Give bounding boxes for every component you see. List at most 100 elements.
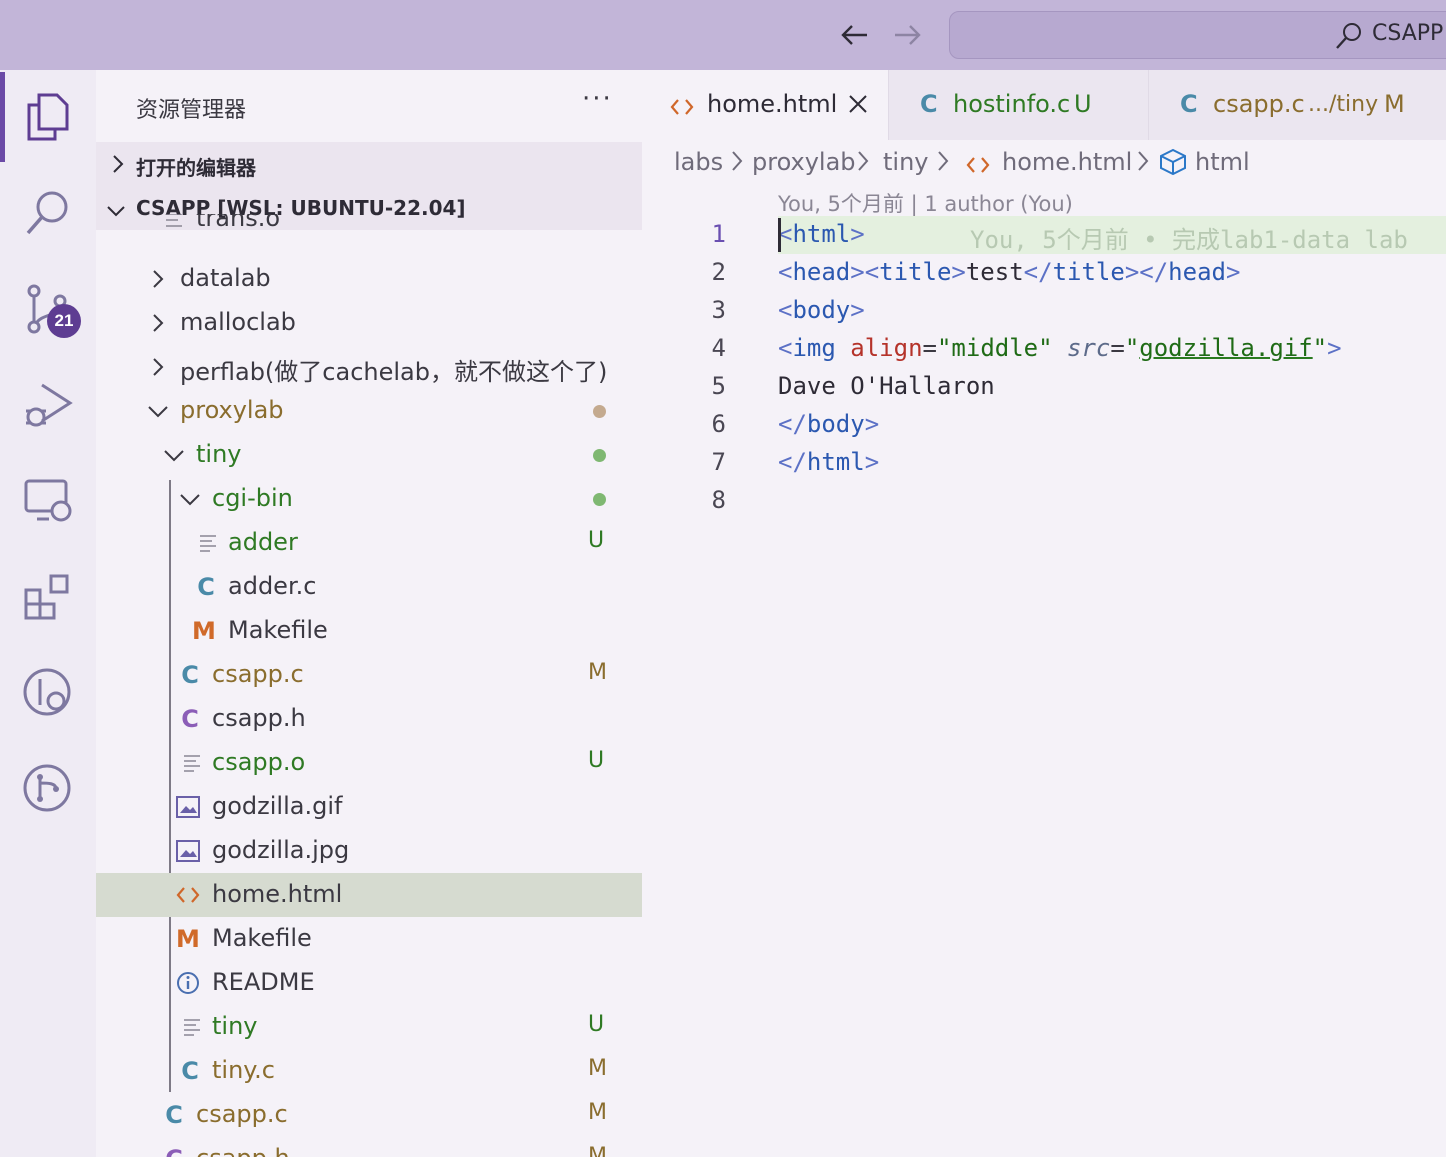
tree-item-selected[interactable]: home.html <box>96 873 642 917</box>
activity-bar: 21 <box>0 70 96 1157</box>
open-editors-section[interactable]: 打开的编辑器 <box>96 142 642 186</box>
code-text: <head><title>test</title></head> <box>778 258 1241 286</box>
code-line[interactable]: 5 Dave O'Hallaron <box>642 368 1446 406</box>
tree-item[interactable]: datalab <box>96 257 642 301</box>
command-center-search[interactable]: CSAPP <box>949 11 1446 59</box>
tree-item[interactable]: csapp.o U <box>96 741 642 785</box>
code-line[interactable]: 7 </html> <box>642 444 1446 482</box>
code-text: <img align="middle" src="godzilla.gif"> <box>778 334 1342 362</box>
source-control-badge: 21 <box>47 304 81 338</box>
extensions-icon[interactable] <box>0 552 96 642</box>
source-control-icon[interactable]: 21 <box>0 264 96 354</box>
chevron-right-icon <box>110 154 126 179</box>
line-number: 7 <box>711 448 726 476</box>
code-line[interactable]: 2 <head><title>test</title></head> <box>642 254 1446 292</box>
chevron-down-icon <box>178 487 202 511</box>
inline-blame: You, 5个月前 • 完成lab1-data lab <box>970 226 1408 254</box>
chevron-right-icon <box>936 150 950 178</box>
tree-item[interactable]: cgi-bin <box>96 477 642 521</box>
tree-item[interactable]: tiny U <box>96 1005 642 1049</box>
git-status: M <box>588 1100 607 1125</box>
search-icon <box>1334 21 1364 55</box>
run-debug-icon[interactable] <box>0 360 96 450</box>
makefile-icon: M <box>176 925 200 953</box>
tab-path: .../tiny <box>1308 92 1379 117</box>
chevron-right-icon <box>856 150 870 178</box>
tree-item[interactable]: C csapp.h M <box>96 1137 642 1157</box>
tab-hostinfo-c[interactable]: C hostinfo.c U <box>888 70 1149 140</box>
tree-item[interactable]: adder U <box>96 521 642 565</box>
c-file-icon: C <box>181 1057 199 1085</box>
line-number: 3 <box>711 296 726 324</box>
image-file-icon <box>176 839 200 863</box>
more-actions-icon[interactable]: ··· <box>582 84 613 114</box>
explorer-sidebar: 资源管理器 ··· 打开的编辑器 CSAPP [WSL: UBUNTU-22.0… <box>96 70 642 1157</box>
tree-item[interactable]: tiny <box>96 433 642 477</box>
git-status: M <box>588 660 607 685</box>
breadcrumb-item[interactable]: home.html <box>1002 148 1132 176</box>
git-status: M <box>1384 90 1405 118</box>
tree-item[interactable]: trans.o <box>96 214 642 242</box>
breadcrumb-item[interactable]: proxylab <box>752 148 856 176</box>
tree-item[interactable]: proxylab <box>96 389 642 433</box>
line-number: 8 <box>711 486 726 514</box>
back-arrow-icon[interactable] <box>838 18 872 52</box>
tree-item[interactable]: README <box>96 961 642 1005</box>
html-file-icon <box>670 94 694 122</box>
remote-explorer-icon[interactable] <box>0 456 96 546</box>
explorer-icon[interactable] <box>0 72 96 162</box>
git-status: M <box>588 1056 607 1081</box>
code-line[interactable]: 8 <box>642 482 1446 520</box>
line-number: 2 <box>711 258 726 286</box>
chevron-right-icon <box>146 311 170 335</box>
git-status: M <box>588 1144 607 1157</box>
line-number: 5 <box>711 372 726 400</box>
file-text-icon <box>196 531 220 555</box>
untracked-dot <box>593 493 606 506</box>
code-text: </body> <box>778 410 880 438</box>
symbol-element-icon <box>1158 148 1188 182</box>
tree-item[interactable]: M Makefile <box>96 917 642 961</box>
tree-item[interactable]: godzilla.jpg <box>96 829 642 873</box>
breadcrumb-item[interactable]: labs <box>674 148 723 176</box>
tree-item[interactable]: perflab(做了cachelab，就不做这个了) <box>96 345 642 389</box>
c-file-icon: C <box>197 573 215 601</box>
forward-arrow-icon[interactable] <box>890 18 924 52</box>
file-text-icon <box>180 1015 204 1039</box>
code-line[interactable]: 6 </body> <box>642 406 1446 444</box>
html-file-icon <box>966 152 990 180</box>
tree-item[interactable]: godzilla.gif <box>96 785 642 829</box>
tab-csapp-c[interactable]: C csapp.c .../tiny M <box>1148 70 1446 140</box>
tab-label: home.html <box>707 90 838 118</box>
breadcrumb-item[interactable]: tiny <box>883 148 929 176</box>
git-blame-header[interactable]: You, 5个月前 | 1 author (You) <box>778 188 1073 218</box>
breadcrumb-item[interactable]: html <box>1195 148 1250 176</box>
chevron-down-icon <box>146 399 170 423</box>
code-line[interactable]: 4 <img align="middle" src="godzilla.gif"… <box>642 330 1446 368</box>
tree-item[interactable]: C csapp.c M <box>96 653 642 697</box>
tree-item[interactable]: C csapp.h <box>96 697 642 741</box>
editor-area: home.html C hostinfo.c U C csapp.c .../t… <box>642 70 1446 1157</box>
search-activity-icon[interactable] <box>0 168 96 258</box>
code-line[interactable]: 1 <html> You, 5个月前 • 完成lab1-data lab <box>642 216 1446 254</box>
code-line[interactable]: 3 <body> <box>642 292 1446 330</box>
git-status: U <box>588 528 605 553</box>
git-status: U <box>1074 90 1092 118</box>
git-graph-icon[interactable] <box>0 648 96 738</box>
tree-item[interactable]: C adder.c <box>96 565 642 609</box>
close-icon[interactable] <box>848 88 868 121</box>
search-text: CSAPP <box>1372 21 1444 46</box>
text-caret <box>778 218 781 252</box>
code-text: <body> <box>778 296 865 324</box>
tree-item[interactable]: C csapp.c M <box>96 1093 642 1137</box>
tree-item[interactable]: C tiny.c M <box>96 1049 642 1093</box>
section-label: 打开的编辑器 <box>136 156 256 180</box>
c-file-icon: C <box>1180 90 1198 118</box>
tab-home-html[interactable]: home.html <box>642 70 889 140</box>
explorer-title: 资源管理器 <box>136 98 247 123</box>
git-lens-icon[interactable] <box>0 744 96 834</box>
tree-item[interactable]: M Makefile <box>96 609 642 653</box>
line-number: 4 <box>711 334 726 362</box>
tree-item[interactable]: malloclab <box>96 301 642 345</box>
h-file-icon: C <box>162 1145 186 1157</box>
